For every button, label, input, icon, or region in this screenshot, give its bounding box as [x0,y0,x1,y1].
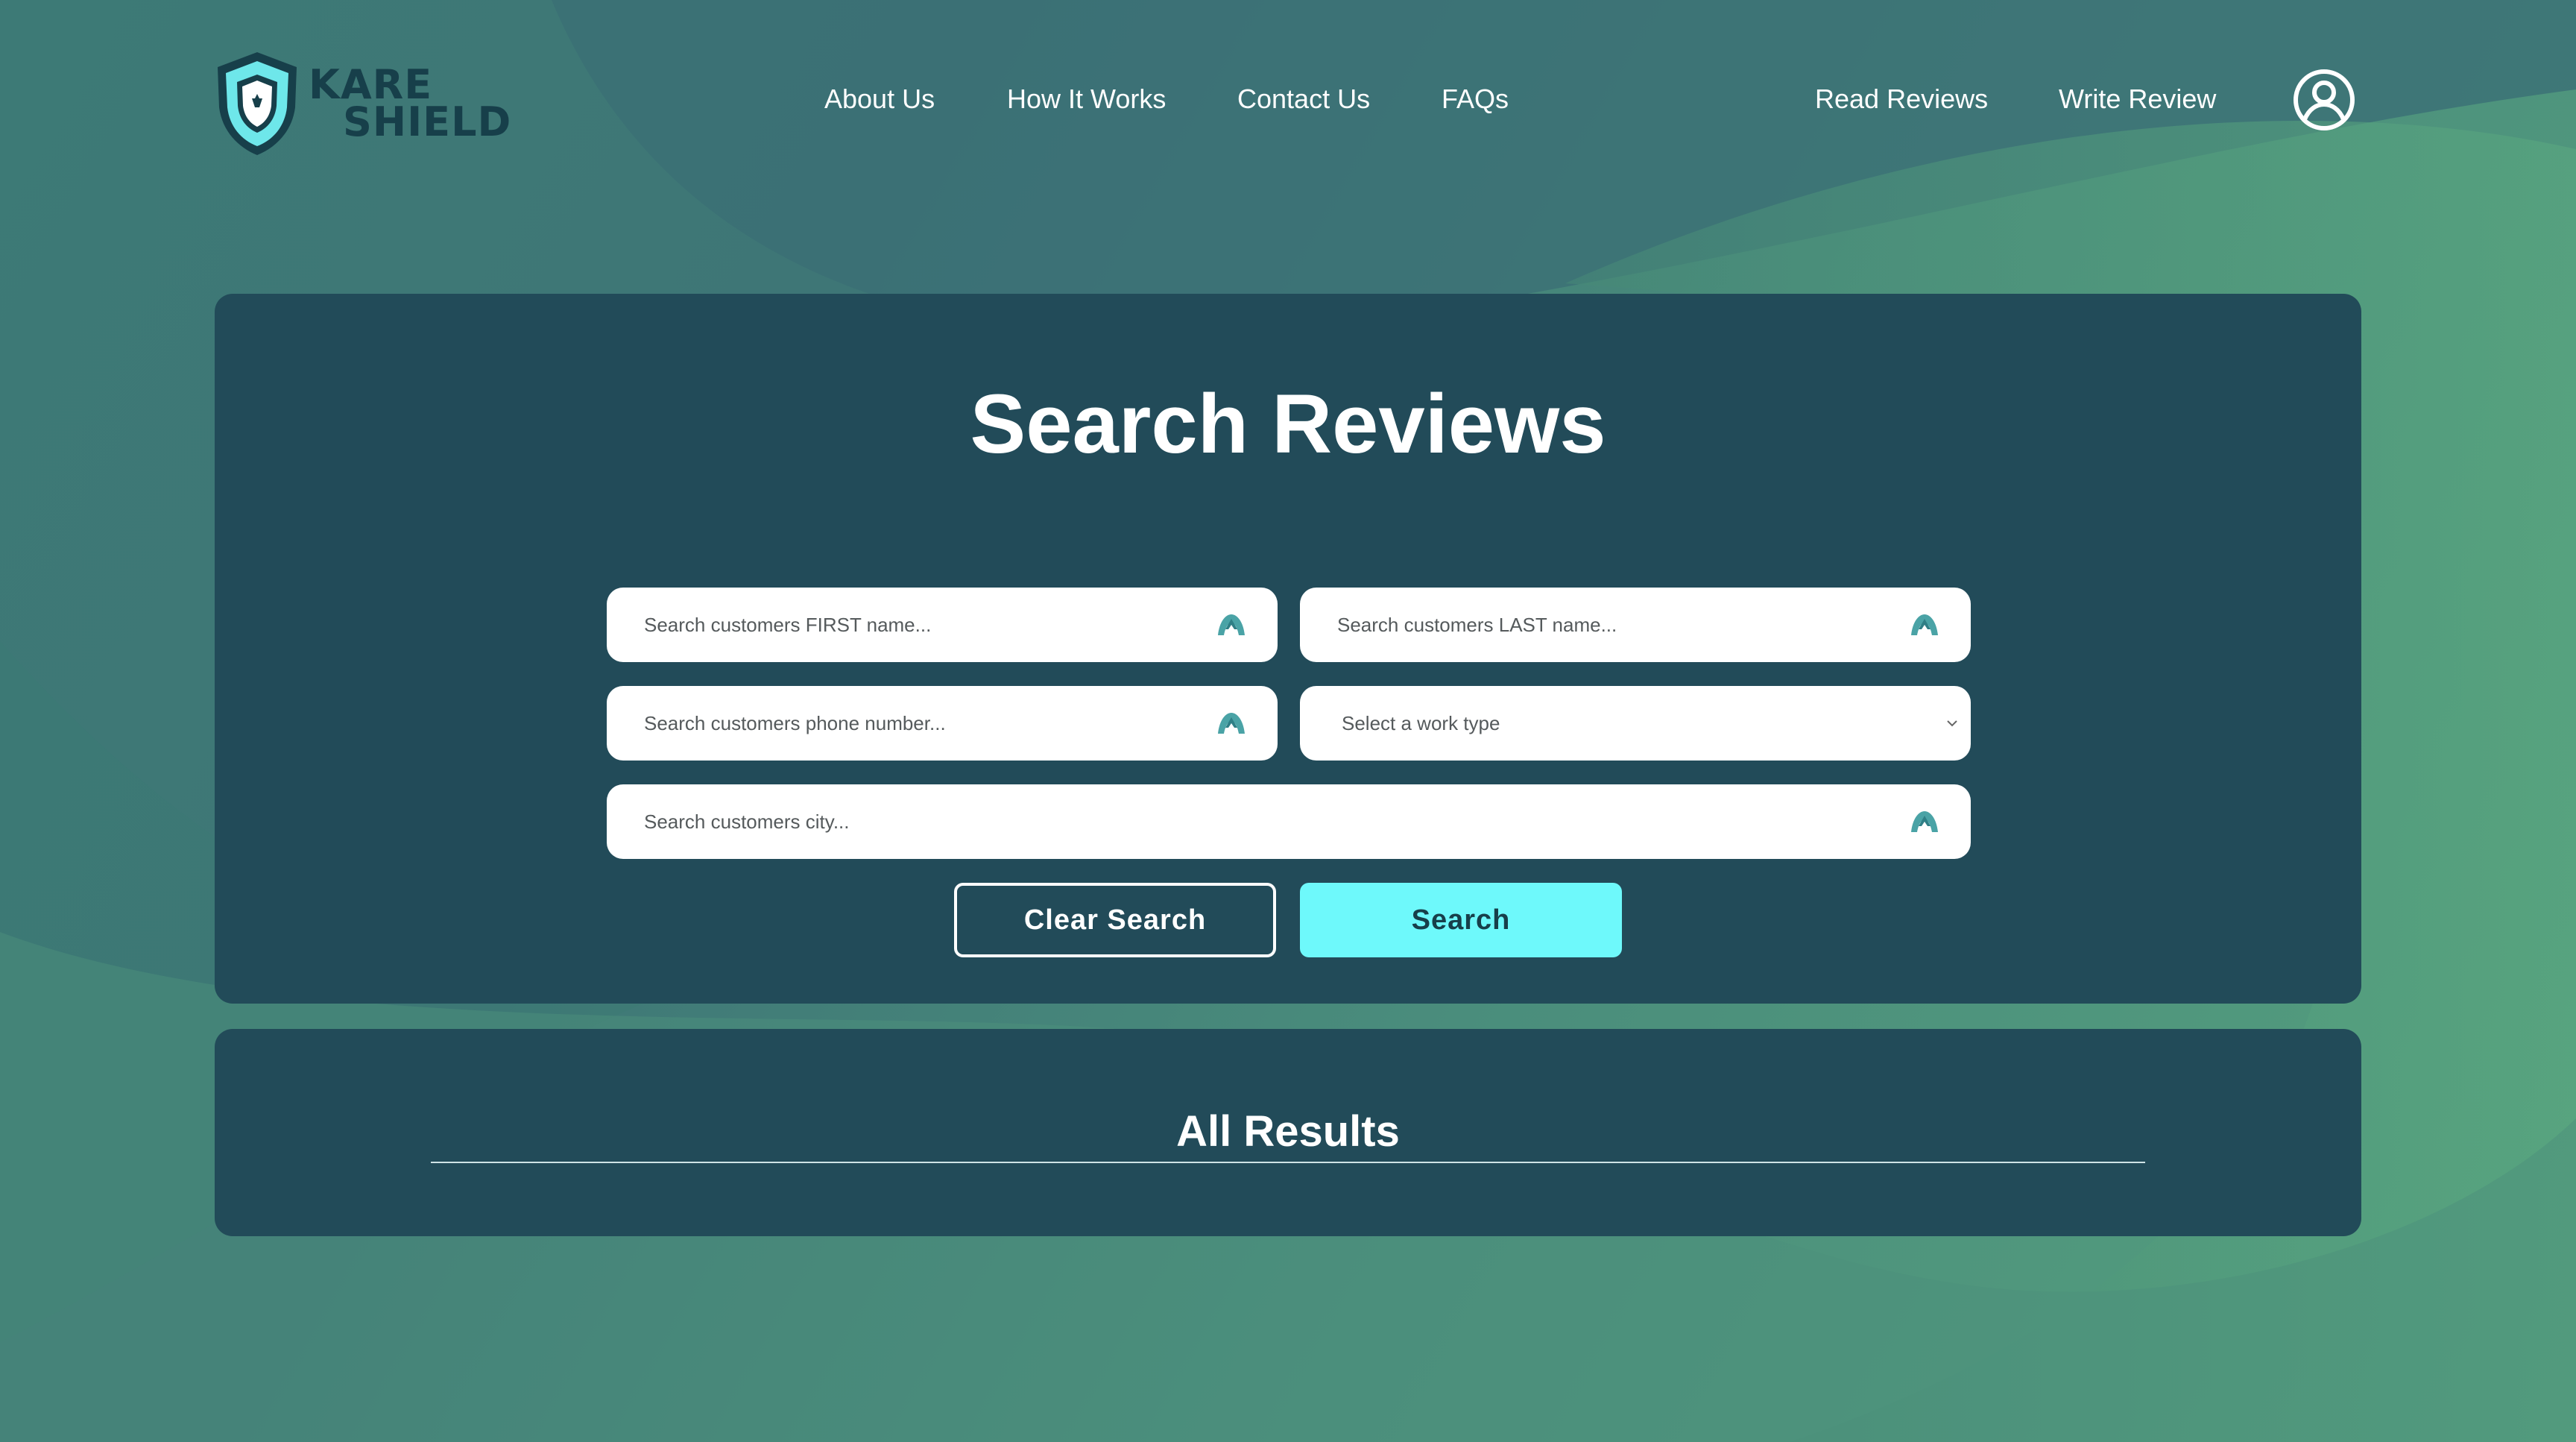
nav-write-review[interactable]: Write Review [2059,84,2216,115]
city-field [607,784,1971,860]
search-icon[interactable] [1908,608,1941,641]
search-icon[interactable] [1908,805,1941,838]
first-name-input[interactable] [607,587,1215,663]
search-icon[interactable] [1215,608,1248,641]
nav-faqs[interactable]: FAQs [1442,84,1509,115]
last-name-field [1300,587,1971,663]
city-input[interactable] [607,784,1908,860]
chevron-down-icon [1947,720,1957,727]
search-icon[interactable] [1215,707,1248,740]
first-name-field [607,587,1278,663]
search-button[interactable]: Search [1300,883,1622,957]
results-divider [431,1162,2145,1163]
user-account-icon[interactable] [2293,69,2355,131]
search-panel: Search Reviews Select a work type [215,294,2361,1004]
nav-about-us[interactable]: About Us [824,84,935,115]
nav-how-it-works[interactable]: How It Works [1007,84,1166,115]
nav-contact-us[interactable]: Contact Us [1237,84,1370,115]
phone-input[interactable] [607,685,1215,761]
brand-logo[interactable]: KARE SHIELD [213,48,526,160]
shield-logo-icon [218,52,297,155]
page-title: Search Reviews [970,377,1606,470]
brand-wordmark: KARE SHIELD [309,65,512,145]
phone-field [607,685,1278,761]
clear-search-button[interactable]: Clear Search [954,883,1276,957]
last-name-input[interactable] [1300,587,1908,663]
nav-read-reviews[interactable]: Read Reviews [1815,84,1988,115]
results-title: All Results [1176,1107,1400,1156]
brand-line-2: SHIELD [343,98,512,145]
results-panel: All Results [215,1029,2361,1236]
work-type-field: Select a work type [1300,686,1971,761]
work-type-select[interactable]: Select a work type [1300,686,1944,761]
